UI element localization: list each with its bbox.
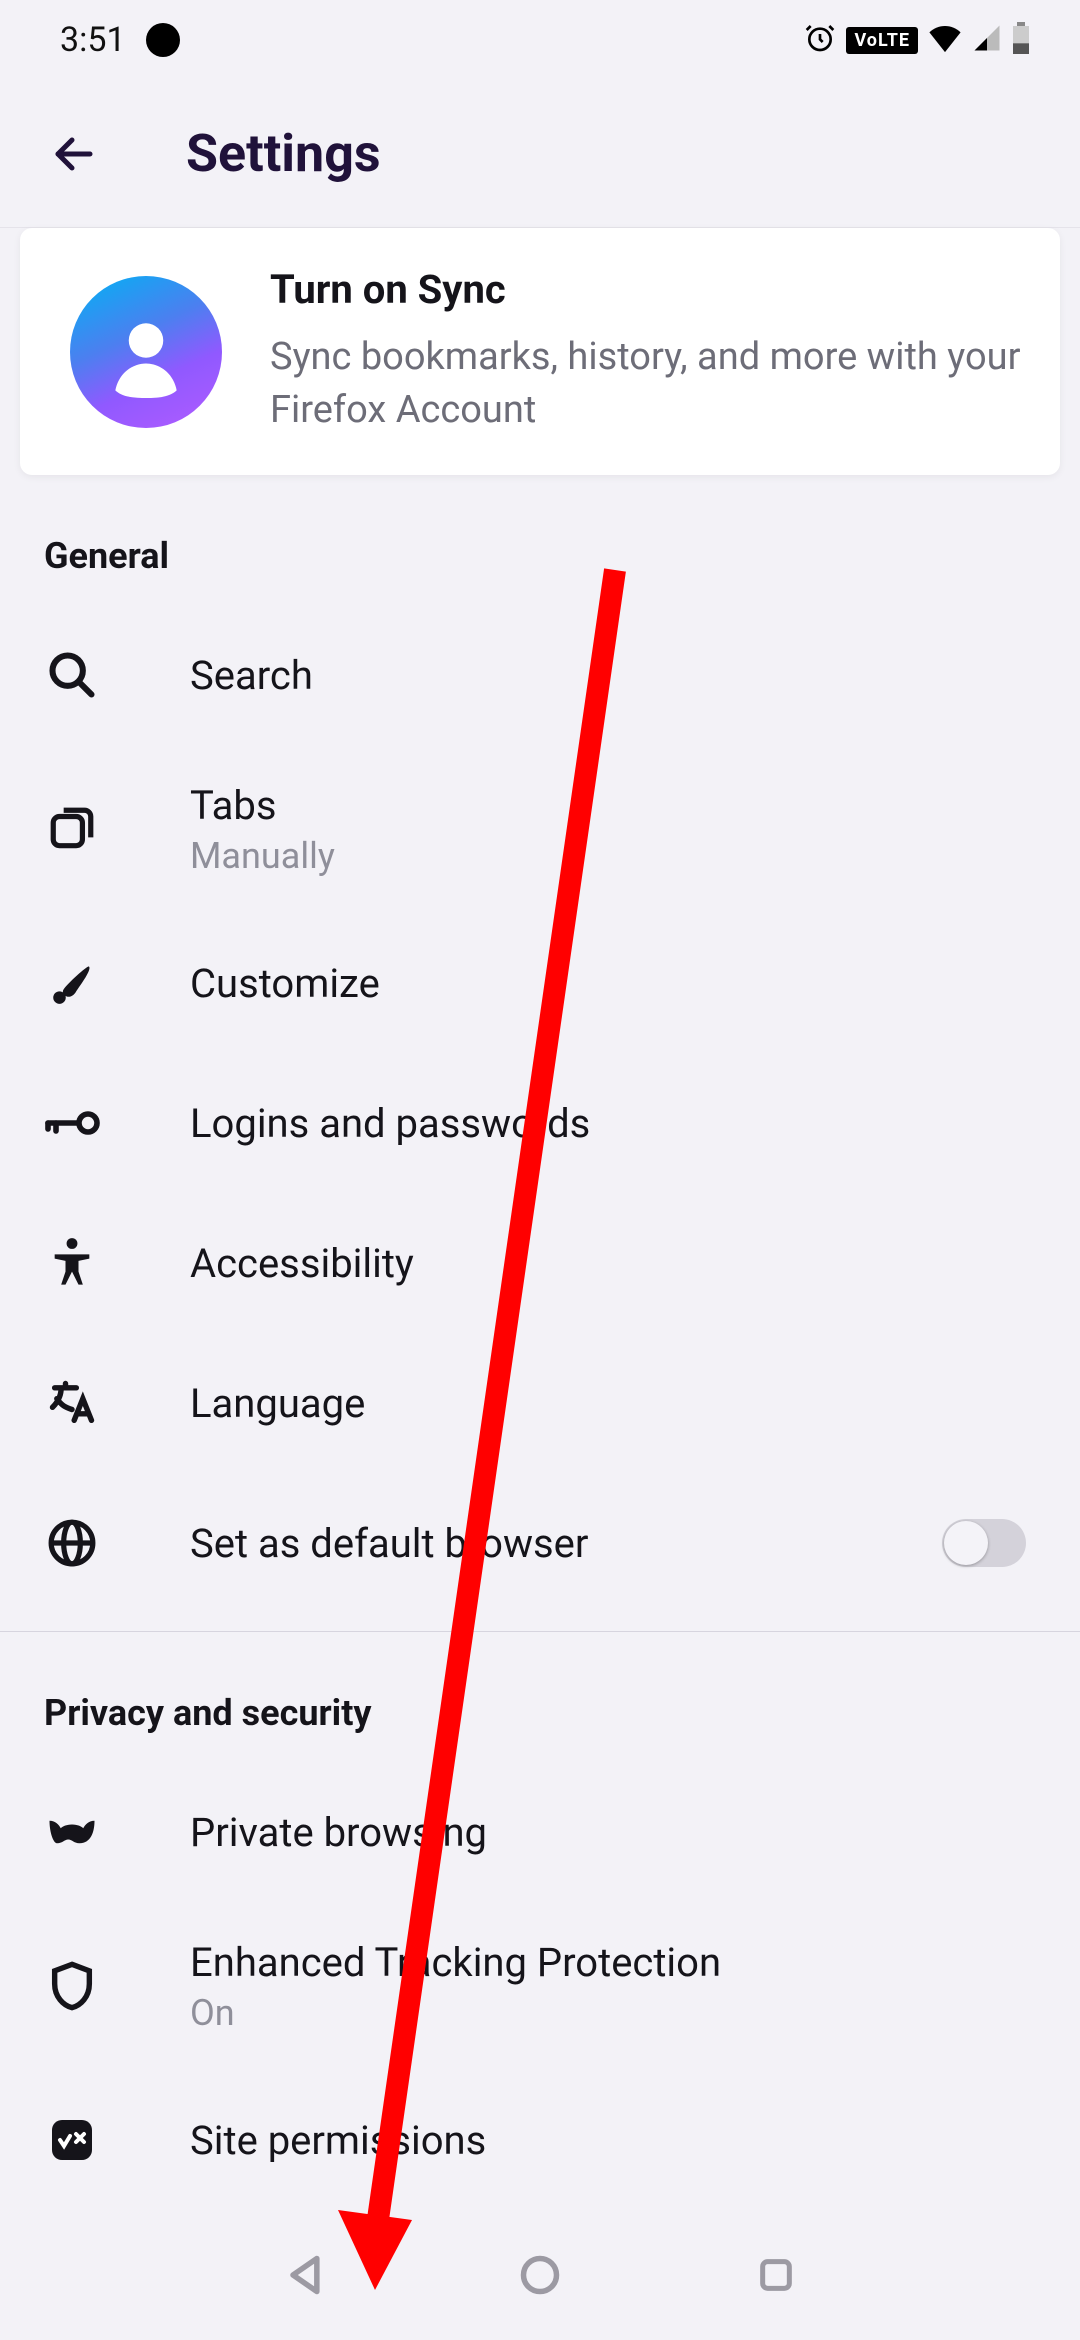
sync-avatar-icon (70, 276, 222, 428)
item-sublabel: On (190, 1992, 1036, 2034)
back-button[interactable] (44, 124, 104, 184)
accessibility-icon (44, 1235, 100, 1291)
key-icon (44, 1095, 100, 1151)
item-label: Customize (190, 960, 1036, 1007)
item-label: Logins and passwords (190, 1100, 1036, 1147)
default-browser-toggle[interactable] (942, 1519, 1026, 1567)
tabs-icon (44, 801, 100, 857)
sync-title: Turn on Sync (270, 266, 1030, 313)
item-label: Accessibility (190, 1240, 1036, 1287)
wifi-icon (928, 23, 962, 57)
arrow-left-icon (50, 130, 98, 178)
sync-description: Sync bookmarks, history, and more with y… (270, 331, 1030, 437)
status-bar: 3:51 VoLTE (0, 0, 1080, 80)
settings-item-tracking-protection[interactable]: Enhanced Tracking Protection On (0, 1902, 1080, 2070)
volte-icon: VoLTE (846, 27, 918, 54)
nav-home-button[interactable] (512, 2247, 568, 2303)
language-icon (44, 1375, 100, 1431)
brush-icon (44, 955, 100, 1011)
item-label: Private browsing (190, 1809, 1036, 1856)
alarm-icon (804, 22, 836, 58)
settings-item-logins[interactable]: Logins and passwords (0, 1053, 1080, 1193)
settings-item-private-browsing[interactable]: Private browsing (0, 1762, 1080, 1902)
item-sublabel: Manually (190, 835, 1036, 877)
settings-item-customize[interactable]: Customize (0, 913, 1080, 1053)
item-label: Enhanced Tracking Protection (190, 1939, 1036, 1986)
settings-item-tabs[interactable]: Tabs Manually (0, 745, 1080, 913)
item-label: Set as default browser (190, 1520, 852, 1567)
globe-icon (44, 1515, 100, 1571)
page-title: Settings (186, 123, 381, 184)
battery-icon (1012, 22, 1030, 58)
settings-item-default-browser[interactable]: Set as default browser (0, 1473, 1080, 1613)
shield-icon (44, 1958, 100, 2014)
app-bar: Settings (0, 80, 1080, 228)
system-nav-bar (0, 2210, 1080, 2340)
item-label: Site permissions (190, 2117, 1036, 2164)
settings-item-accessibility[interactable]: Accessibility (0, 1193, 1080, 1333)
search-icon (44, 647, 100, 703)
status-dot-icon (146, 23, 180, 57)
signal-icon (972, 23, 1002, 57)
sync-card[interactable]: Turn on Sync Sync bookmarks, history, an… (20, 228, 1060, 475)
section-header-privacy: Privacy and security (0, 1632, 1080, 1762)
item-label: Tabs (190, 782, 1036, 829)
mask-icon (44, 1804, 100, 1860)
settings-item-language[interactable]: Language (0, 1333, 1080, 1473)
settings-item-search[interactable]: Search (0, 605, 1080, 745)
section-header-general: General (0, 475, 1080, 605)
status-time: 3:51 (60, 20, 126, 60)
nav-back-button[interactable] (276, 2247, 332, 2303)
item-label: Search (190, 652, 1036, 699)
nav-recents-button[interactable] (748, 2247, 804, 2303)
checkbox-icon (44, 2112, 100, 2168)
settings-item-site-permissions[interactable]: Site permissions (0, 2070, 1080, 2210)
item-label: Language (190, 1380, 1036, 1427)
